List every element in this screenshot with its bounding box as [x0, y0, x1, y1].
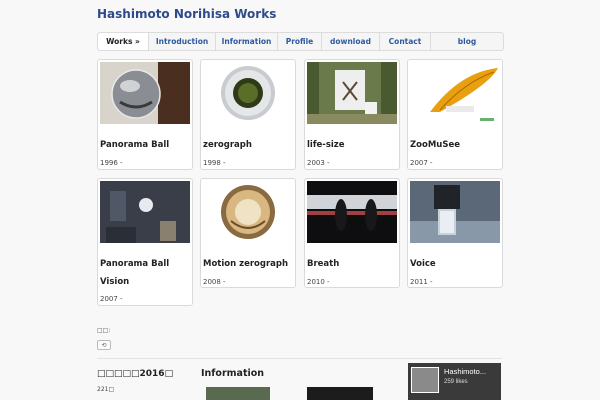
work-card[interactable]: Panorama Ball Vision 2007 - [97, 178, 193, 306]
information-thumbnail[interactable] [206, 387, 270, 400]
small-label: □□: [97, 327, 111, 334]
work-year: 2010 - [307, 278, 330, 286]
work-year: 2011 - [410, 278, 433, 286]
work-year: 1996 - [100, 159, 123, 167]
footer-heading: □□□□□2016□ [97, 369, 174, 379]
information-heading: Information [201, 368, 265, 379]
work-title[interactable]: Panorama Ball [100, 136, 190, 154]
work-card[interactable]: zerograph 1998 - [200, 59, 296, 170]
work-thumbnail[interactable] [100, 62, 190, 124]
work-year: 2008 - [203, 278, 226, 286]
work-title[interactable]: Motion zerograph [203, 255, 293, 273]
work-thumbnail[interactable] [410, 62, 500, 124]
nav-download[interactable]: download [322, 33, 380, 50]
nav-profile[interactable]: Profile [278, 33, 322, 50]
information-thumbnail[interactable] [307, 387, 373, 400]
work-thumbnail[interactable] [410, 181, 500, 243]
nav-information[interactable]: Information [216, 33, 278, 50]
work-card[interactable]: Motion zerograph 2008 - [200, 178, 296, 288]
nav-works[interactable]: Works » [98, 33, 149, 50]
nav-introduction[interactable]: Introduction [149, 33, 216, 50]
refresh-icon: ⟲ [101, 341, 107, 349]
divider [97, 358, 502, 359]
work-card[interactable]: life-size 2003 - [304, 59, 400, 170]
site-title[interactable]: Hashimoto Norihisa Works [97, 7, 276, 21]
facebook-likes: 259 likes [444, 379, 468, 385]
work-card[interactable]: ZooMuSee 2007 - [407, 59, 503, 170]
facebook-widget[interactable]: Hashimoto... 259 likes [408, 363, 501, 400]
work-thumbnail[interactable] [307, 181, 397, 243]
work-title[interactable]: ZooMuSee [410, 136, 500, 154]
work-card[interactable]: Voice 2011 - [407, 178, 503, 288]
work-title[interactable]: Breath [307, 255, 397, 273]
main-nav: Works » Introduction Information Profile… [97, 32, 504, 51]
work-thumbnail[interactable] [203, 181, 293, 243]
work-card[interactable]: Panorama Ball 1996 - [97, 59, 193, 170]
nav-blog[interactable]: blog [431, 33, 503, 50]
work-year: 2007 - [410, 159, 433, 167]
work-title[interactable]: Panorama Ball Vision [100, 255, 190, 291]
work-title[interactable]: zerograph [203, 136, 293, 154]
work-thumbnail[interactable] [100, 181, 190, 243]
work-year: 2003 - [307, 159, 330, 167]
work-thumbnail[interactable] [307, 62, 397, 124]
work-card[interactable]: Breath 2010 - [304, 178, 400, 288]
footer-sub: 221□ [97, 386, 115, 393]
refresh-button[interactable]: ⟲ [97, 340, 111, 350]
facebook-page-name[interactable]: Hashimoto... [444, 367, 486, 376]
work-title[interactable]: Voice [410, 255, 500, 273]
work-title[interactable]: life-size [307, 136, 397, 154]
nav-contact[interactable]: Contact [380, 33, 431, 50]
work-year: 1998 - [203, 159, 226, 167]
work-thumbnail[interactable] [203, 62, 293, 124]
avatar[interactable] [411, 367, 439, 393]
work-year: 2007 - [100, 295, 123, 303]
